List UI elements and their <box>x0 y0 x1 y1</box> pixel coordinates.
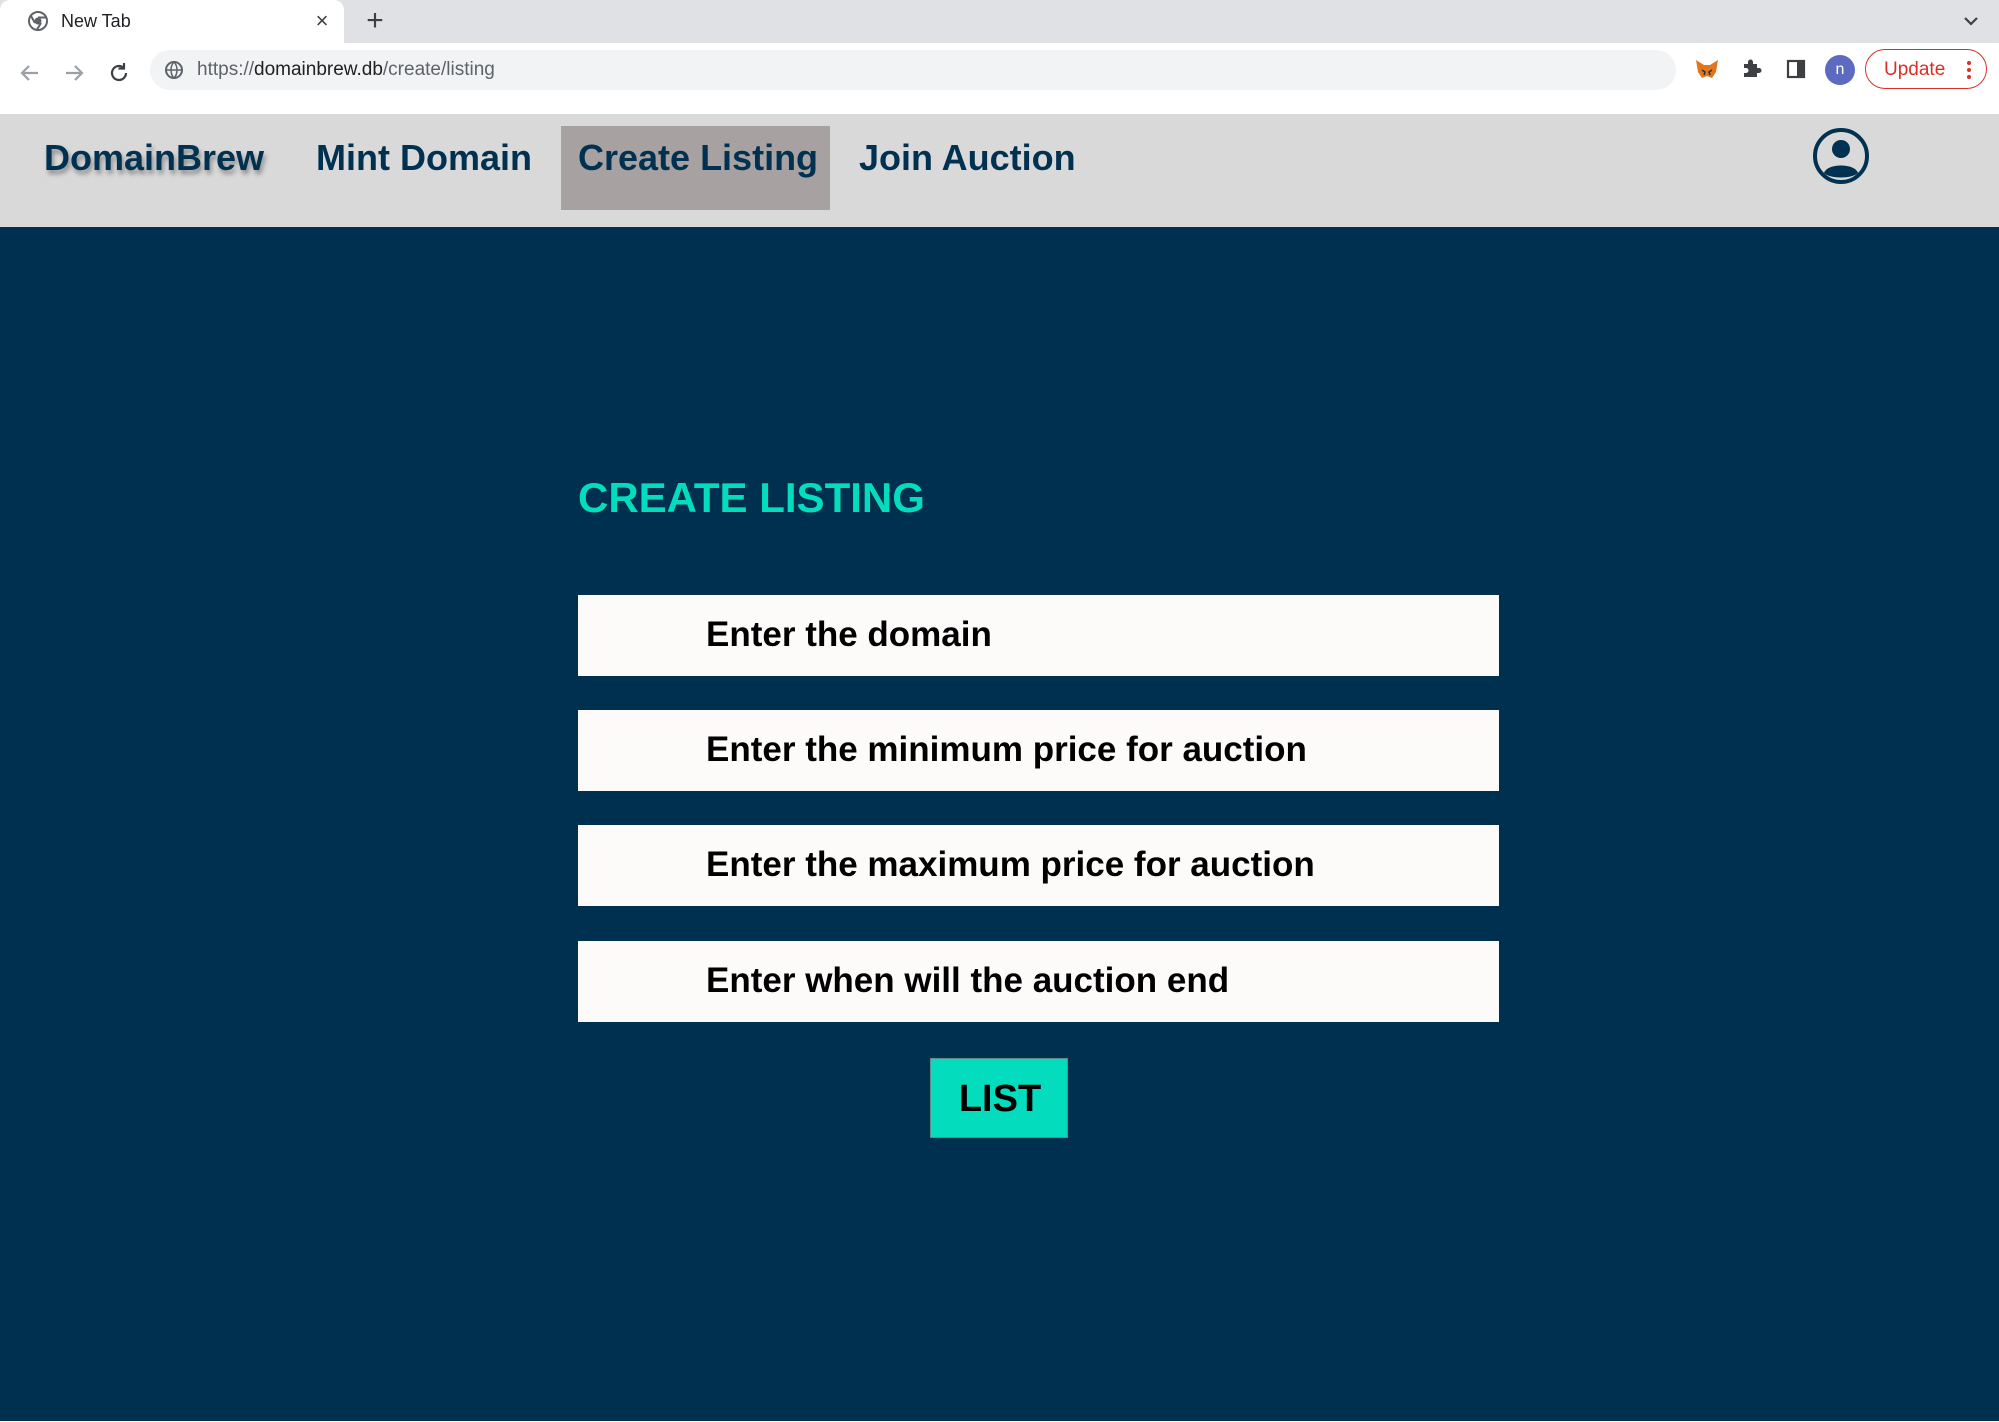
brand-logo[interactable]: DomainBrew <box>44 136 264 180</box>
auction-end-input[interactable]: Enter when will the auction end <box>578 941 1499 1022</box>
reload-icon[interactable] <box>102 56 136 90</box>
nav-join-auction[interactable]: Join Auction <box>859 136 1076 180</box>
tab-title: New Tab <box>61 11 131 31</box>
site-info-icon[interactable] <box>164 60 184 80</box>
update-label: Update <box>1884 59 1946 80</box>
browser-toolbar: https://domainbrew.db/create/listing n U… <box>0 43 1999 114</box>
more-vert-icon <box>1967 61 1971 79</box>
auction-end-placeholder: Enter when will the auction end <box>706 961 1230 1000</box>
url-prefix: https:// <box>197 59 255 80</box>
back-icon[interactable] <box>13 56 47 90</box>
nav-mint-domain[interactable]: Mint Domain <box>316 136 532 180</box>
maximum-price-placeholder: Enter the maximum price for auction <box>706 845 1315 884</box>
metamask-fox-icon[interactable] <box>1690 52 1724 86</box>
page-title: CREATE LISTING <box>578 474 925 521</box>
side-panel-icon[interactable] <box>1779 52 1813 86</box>
domain-input[interactable]: Enter the domain <box>578 595 1499 676</box>
chrome-icon <box>28 11 48 31</box>
minimum-price-placeholder: Enter the minimum price for auction <box>706 730 1307 769</box>
new-tab-button[interactable]: + <box>360 5 390 37</box>
extensions-puzzle-icon[interactable] <box>1735 52 1769 86</box>
chevron-down-icon[interactable] <box>1958 8 1984 34</box>
profile-avatar[interactable]: n <box>1825 55 1855 85</box>
browser-tab[interactable]: New Tab × <box>0 0 344 43</box>
url-text: https://domainbrew.db/create/listing <box>197 59 495 81</box>
domain-input-placeholder: Enter the domain <box>706 615 992 654</box>
forward-icon[interactable] <box>57 56 91 90</box>
address-bar[interactable]: https://domainbrew.db/create/listing <box>150 50 1676 90</box>
list-button[interactable]: LIST <box>930 1058 1068 1138</box>
url-host: domainbrew.db <box>254 59 383 80</box>
maximum-price-input[interactable]: Enter the maximum price for auction <box>578 825 1499 906</box>
main-content: CREATE LISTING Enter the domain Enter th… <box>0 227 1999 1421</box>
list-button-label: LIST <box>958 1078 1042 1120</box>
app-navbar: DomainBrew Mint Domain Create Listing Jo… <box>0 114 1999 227</box>
nav-create-listing[interactable]: Create Listing <box>578 136 818 180</box>
tab-strip: New Tab × + <box>0 0 1999 43</box>
url-path: /create/listing <box>382 59 495 80</box>
update-button[interactable]: Update <box>1865 49 1987 89</box>
minimum-price-input[interactable]: Enter the minimum price for auction <box>578 710 1499 791</box>
user-profile-icon[interactable] <box>1812 127 1870 185</box>
close-tab-icon[interactable]: × <box>310 9 334 33</box>
